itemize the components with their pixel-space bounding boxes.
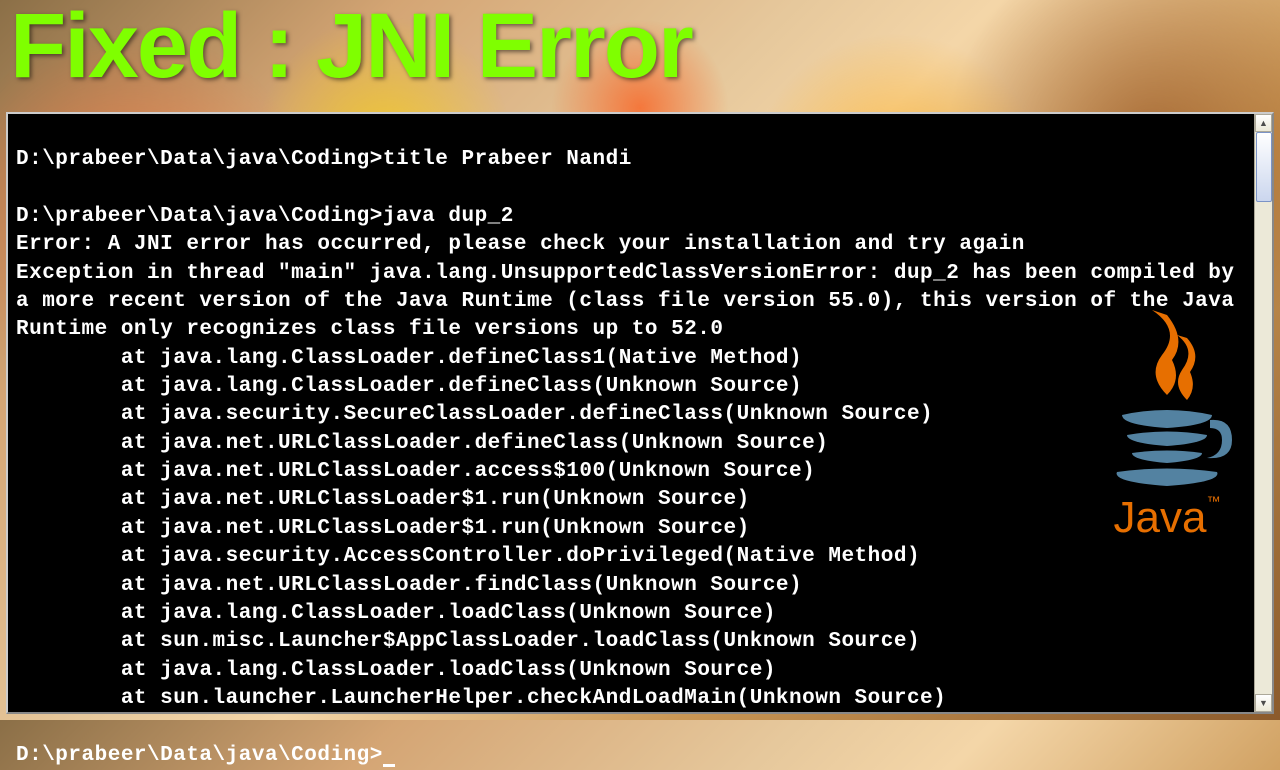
- cursor-icon: [383, 764, 395, 767]
- blank-line: [16, 118, 1242, 146]
- error-line: Error: A JNI error has occurred, please …: [16, 231, 1242, 259]
- blank-line: [16, 713, 1242, 741]
- scroll-thumb[interactable]: [1256, 132, 1272, 202]
- stack-9: at java.lang.ClassLoader.loadClass(Unkno…: [16, 600, 1242, 628]
- terminal-output[interactable]: D:\prabeer\Data\java\Coding>title Prabee…: [8, 114, 1250, 712]
- stack-5: at java.net.URLClassLoader$1.run(Unknown…: [16, 486, 1242, 514]
- java-logo: Java™: [1082, 300, 1252, 543]
- stack-0: at java.lang.ClassLoader.defineClass1(Na…: [16, 345, 1242, 373]
- stack-6: at java.net.URLClassLoader$1.run(Unknown…: [16, 515, 1242, 543]
- stack-4: at java.net.URLClassLoader.access$100(Un…: [16, 458, 1242, 486]
- stack-7: at java.security.AccessController.doPriv…: [16, 543, 1242, 571]
- prompt-line-3: D:\prabeer\Data\java\Coding>: [16, 742, 1242, 770]
- java-logo-text: Java™: [1082, 493, 1252, 543]
- vertical-scrollbar[interactable]: ▲ ▼: [1254, 114, 1272, 712]
- stack-11: at java.lang.ClassLoader.loadClass(Unkno…: [16, 657, 1242, 685]
- prompt-line-1: D:\prabeer\Data\java\Coding>title Prabee…: [16, 146, 1242, 174]
- stack-3: at java.net.URLClassLoader.defineClass(U…: [16, 430, 1242, 458]
- stack-2: at java.security.SecureClassLoader.defin…: [16, 401, 1242, 429]
- java-cup-icon: [1092, 300, 1242, 500]
- scroll-down-arrow-icon[interactable]: ▼: [1255, 694, 1272, 712]
- stack-10: at sun.misc.Launcher$AppClassLoader.load…: [16, 628, 1242, 656]
- stack-12: at sun.launcher.LauncherHelper.checkAndL…: [16, 685, 1242, 713]
- exception-line: Exception in thread "main" java.lang.Uns…: [16, 260, 1242, 345]
- stack-1: at java.lang.ClassLoader.defineClass(Unk…: [16, 373, 1242, 401]
- prompt-line-2: D:\prabeer\Data\java\Coding>java dup_2: [16, 203, 1242, 231]
- video-title-banner: Fixed : JNI Error: [10, 0, 692, 92]
- stack-8: at java.net.URLClassLoader.findClass(Unk…: [16, 572, 1242, 600]
- blank-line: [16, 175, 1242, 203]
- scroll-up-arrow-icon[interactable]: ▲: [1255, 114, 1272, 132]
